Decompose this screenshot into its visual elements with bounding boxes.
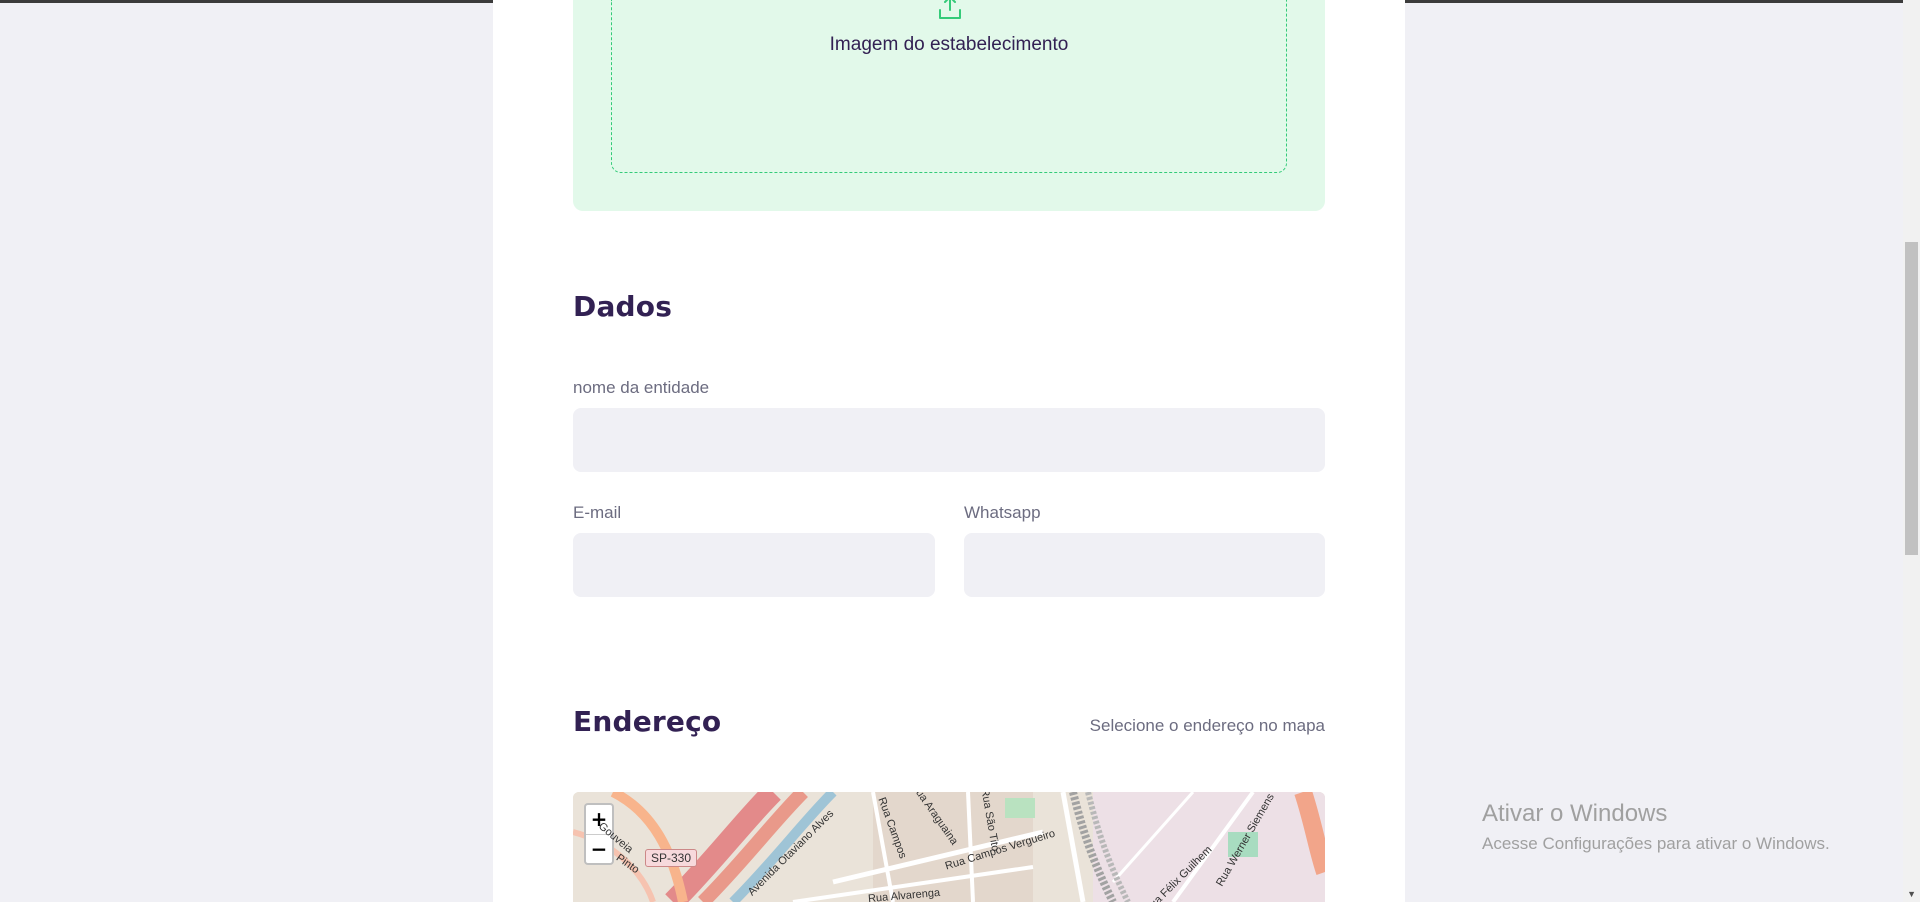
image-dropzone[interactable]: Imagem do estabelecimento xyxy=(611,0,1287,173)
windows-activation-subtitle: Acesse Configurações para ativar o Windo… xyxy=(1482,834,1830,853)
vertical-scrollbar[interactable]: ▼ xyxy=(1903,0,1920,902)
form-card: Imagem do estabelecimento Dados nome da … xyxy=(493,0,1405,902)
windows-activation-title: Ativar o Windows xyxy=(1482,800,1668,827)
address-hint: Selecione o endereço no mapa xyxy=(1089,716,1325,735)
route-shield: SP-330 xyxy=(645,849,698,867)
dropzone-label: Imagem do estabelecimento xyxy=(829,34,1069,55)
name-input[interactable] xyxy=(573,408,1325,472)
scroll-down-arrow-icon[interactable]: ▼ xyxy=(1907,889,1916,899)
scrollbar-thumb[interactable] xyxy=(1905,242,1918,555)
upload-icon xyxy=(939,0,961,19)
map-tiles xyxy=(573,792,1325,902)
image-dropzone-area[interactable]: Imagem do estabelecimento xyxy=(573,0,1325,211)
whatsapp-input[interactable] xyxy=(964,533,1325,597)
email-input[interactable] xyxy=(573,533,935,597)
email-label: E-mail xyxy=(573,503,622,522)
address-map[interactable]: + − SP-330 Avenida Otaviano Alves Rua Ca… xyxy=(573,792,1325,902)
section-title-endereco: Endereço xyxy=(573,705,722,738)
section-title-dados: Dados xyxy=(573,290,673,323)
whatsapp-label: Whatsapp xyxy=(964,503,1041,522)
name-label: nome da entidade xyxy=(573,378,710,397)
